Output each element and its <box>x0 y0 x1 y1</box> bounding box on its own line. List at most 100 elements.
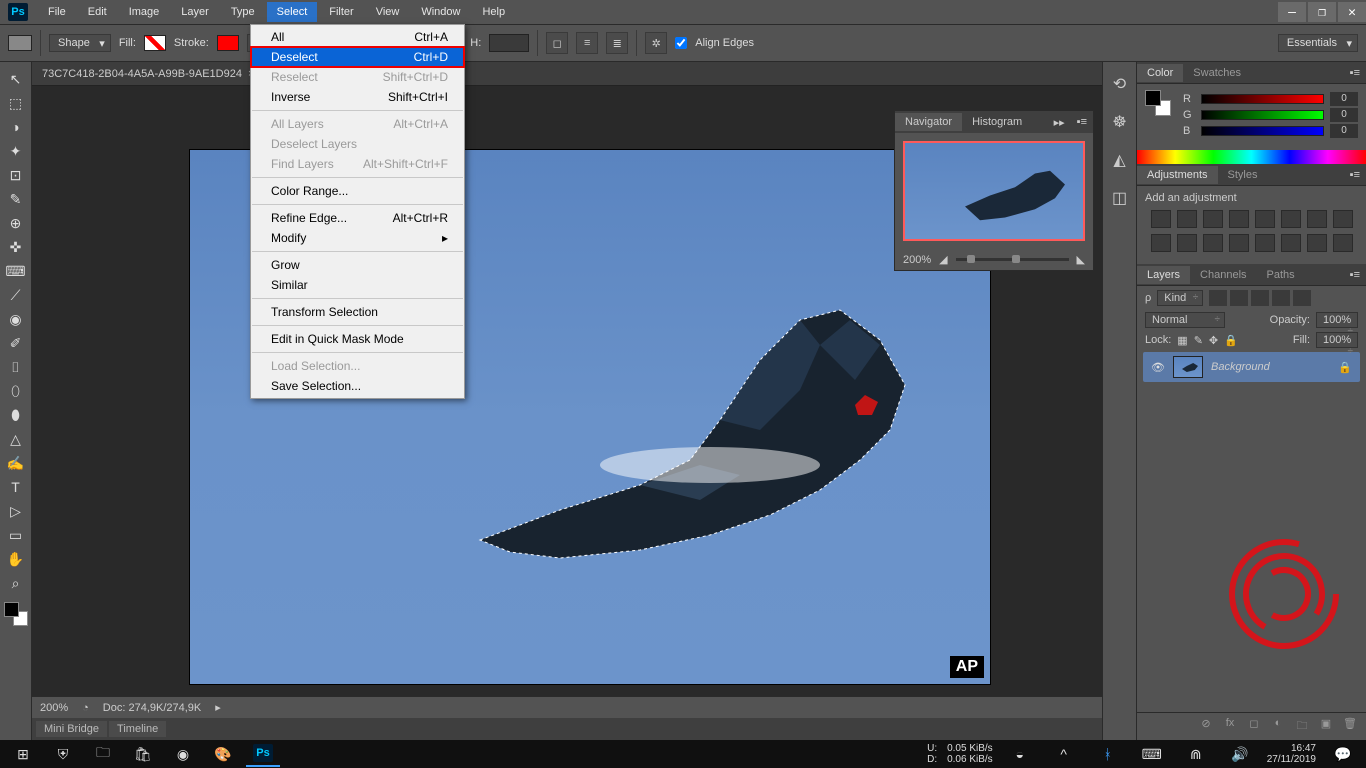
histogram-panel-icon[interactable]: ◭ <box>1108 148 1132 172</box>
path-arrange-icon[interactable]: ≣ <box>606 32 628 54</box>
tray-volume-icon[interactable]: 🔊 <box>1223 741 1257 767</box>
toolbox-colors[interactable] <box>4 602 28 626</box>
color-value-g[interactable]: 0 <box>1330 108 1358 122</box>
tray-keyboard-icon[interactable]: ⌨ <box>1135 741 1169 767</box>
filter-pixel-icon[interactable] <box>1209 290 1227 306</box>
color-slider-b[interactable] <box>1201 126 1324 136</box>
tool-6[interactable]: ⊕ <box>4 212 28 234</box>
close-button[interactable]: ✕ <box>1338 2 1366 22</box>
adjustment-preset-8[interactable] <box>1151 234 1171 252</box>
tool-17[interactable]: T <box>4 476 28 498</box>
workspace-dropdown[interactable]: Essentials <box>1278 34 1358 52</box>
tool-16[interactable]: ✍ <box>4 452 28 474</box>
tab-color[interactable]: Color <box>1137 64 1183 82</box>
history-panel-icon[interactable]: ⟲ <box>1108 72 1132 96</box>
color-value-b[interactable]: 0 <box>1330 124 1358 138</box>
menu-help[interactable]: Help <box>472 2 515 22</box>
tool-8[interactable]: ⌨ <box>4 260 28 282</box>
adjustment-preset-13[interactable] <box>1281 234 1301 252</box>
menu-edit[interactable]: Edit <box>78 2 117 22</box>
tray-chevron-icon[interactable]: ^ <box>1047 741 1081 767</box>
actions-panel-icon[interactable]: ☸ <box>1108 110 1132 134</box>
delete-layer-icon[interactable]: 🗑 <box>1342 717 1358 736</box>
zoom-in-icon[interactable]: ◣ <box>1077 253 1085 266</box>
menu-item-refine-edge-[interactable]: Refine Edge...Alt+Ctrl+R <box>251 208 464 228</box>
taskbar-paint-icon[interactable]: 🎨 <box>206 741 240 767</box>
adjustment-preset-4[interactable] <box>1255 210 1275 228</box>
color-slider-r[interactable] <box>1201 94 1324 104</box>
adjustment-preset-14[interactable] <box>1307 234 1327 252</box>
tool-20[interactable]: ✋ <box>4 548 28 570</box>
tool-18[interactable]: ▷ <box>4 500 28 522</box>
new-layer-icon[interactable]: ▣ <box>1318 717 1334 736</box>
lock-pixels-icon[interactable]: ✎ <box>1194 334 1203 347</box>
fill-input[interactable]: 100% <box>1316 332 1358 348</box>
tool-19[interactable]: ▭ <box>4 524 28 546</box>
color-slider-g[interactable] <box>1201 110 1324 120</box>
tray-notifications-icon[interactable]: 💬 <box>1326 741 1360 767</box>
taskbar-explorer-icon[interactable]: 🗀 <box>86 741 120 767</box>
zoom-slider[interactable] <box>956 258 1069 261</box>
tab-swatches[interactable]: Swatches <box>1183 64 1251 82</box>
minimize-button[interactable]: — <box>1278 2 1306 22</box>
panel-menu-icon[interactable]: ▪≡ <box>1071 116 1093 128</box>
tool-9[interactable]: ⟋ <box>4 284 28 306</box>
menu-item-inverse[interactable]: InverseShift+Ctrl+I <box>251 87 464 107</box>
menu-layer[interactable]: Layer <box>171 2 219 22</box>
adjustment-preset-15[interactable] <box>1333 234 1353 252</box>
tray-idm-icon[interactable]: ◒ <box>1003 741 1037 767</box>
taskbar-store-icon[interactable]: 🛍 <box>126 741 160 767</box>
menu-select[interactable]: Select <box>267 2 318 22</box>
menu-item-modify[interactable]: Modify <box>251 228 464 248</box>
tab-adjustments[interactable]: Adjustments <box>1137 166 1218 184</box>
layer-fx-icon[interactable]: fx <box>1222 717 1238 736</box>
taskbar-security-icon[interactable]: ⛨ <box>46 741 80 767</box>
tool-12[interactable]: ⌷ <box>4 356 28 378</box>
adjustment-preset-10[interactable] <box>1203 234 1223 252</box>
zoom-level[interactable]: 200% <box>40 702 68 714</box>
tool-3[interactable]: ✦ <box>4 140 28 162</box>
height-input[interactable] <box>489 34 529 52</box>
blend-mode-dropdown[interactable]: Normal <box>1145 312 1225 328</box>
properties-panel-icon[interactable]: ◫ <box>1108 186 1132 210</box>
stroke-swatch[interactable] <box>217 35 239 51</box>
tool-13[interactable]: ⬯ <box>4 380 28 402</box>
layer-thumbnail[interactable] <box>1173 356 1203 378</box>
menu-item-edit-in-quick-mask-mode[interactable]: Edit in Quick Mask Mode <box>251 329 464 349</box>
layer-row-background[interactable]: 👁 Background 🔒 <box>1143 352 1360 382</box>
maximize-button[interactable]: ❐ <box>1308 2 1336 22</box>
tab-navigator[interactable]: Navigator <box>895 113 962 131</box>
layer-filter-kind[interactable]: Kind <box>1157 290 1203 306</box>
gear-icon[interactable]: ✲ <box>645 32 667 54</box>
menu-item-transform-selection[interactable]: Transform Selection <box>251 302 464 322</box>
tool-2[interactable]: ◑ <box>4 116 28 138</box>
filter-type-icon[interactable] <box>1251 290 1269 306</box>
path-align-icon[interactable]: ≡ <box>576 32 598 54</box>
adjustment-preset-2[interactable] <box>1203 210 1223 228</box>
menu-filter[interactable]: Filter <box>319 2 363 22</box>
filter-shape-icon[interactable] <box>1272 290 1290 306</box>
menu-item-similar[interactable]: Similar <box>251 275 464 295</box>
clock[interactable]: 16:47 27/11/2019 <box>1267 743 1316 765</box>
group-icon[interactable]: 🗀 <box>1294 717 1310 736</box>
tab-histogram[interactable]: Histogram <box>962 113 1032 131</box>
collapse-icon[interactable]: ▸▸ <box>1048 116 1071 129</box>
bottom-tab-mini-bridge[interactable]: Mini Bridge <box>36 721 107 737</box>
filter-adjust-icon[interactable] <box>1230 290 1248 306</box>
scrubby-icon[interactable]: ◔ <box>82 702 89 714</box>
panel-menu-icon[interactable]: ▪≡ <box>1344 67 1366 79</box>
tab-channels[interactable]: Channels <box>1190 266 1256 284</box>
adjustment-preset-11[interactable] <box>1229 234 1249 252</box>
tool-15[interactable]: △ <box>4 428 28 450</box>
document-tab[interactable]: 73C7C418-2B04-4A5A-A99B-9AE1D924× <box>32 64 265 84</box>
tool-5[interactable]: ✎ <box>4 188 28 210</box>
tool-preset-icon[interactable] <box>8 35 32 51</box>
link-layers-icon[interactable]: ⊘ <box>1198 717 1214 736</box>
path-combine-icon[interactable]: ◻ <box>546 32 568 54</box>
navigator-panel[interactable]: Navigator Histogram ▸▸ ▪≡ 200% ◢ ◣ <box>894 110 1094 271</box>
adjustment-preset-5[interactable] <box>1281 210 1301 228</box>
menu-item-all[interactable]: AllCtrl+A <box>251 27 464 47</box>
tool-1[interactable]: ⬚ <box>4 92 28 114</box>
tool-11[interactable]: ✐ <box>4 332 28 354</box>
adjustment-preset-3[interactable] <box>1229 210 1249 228</box>
